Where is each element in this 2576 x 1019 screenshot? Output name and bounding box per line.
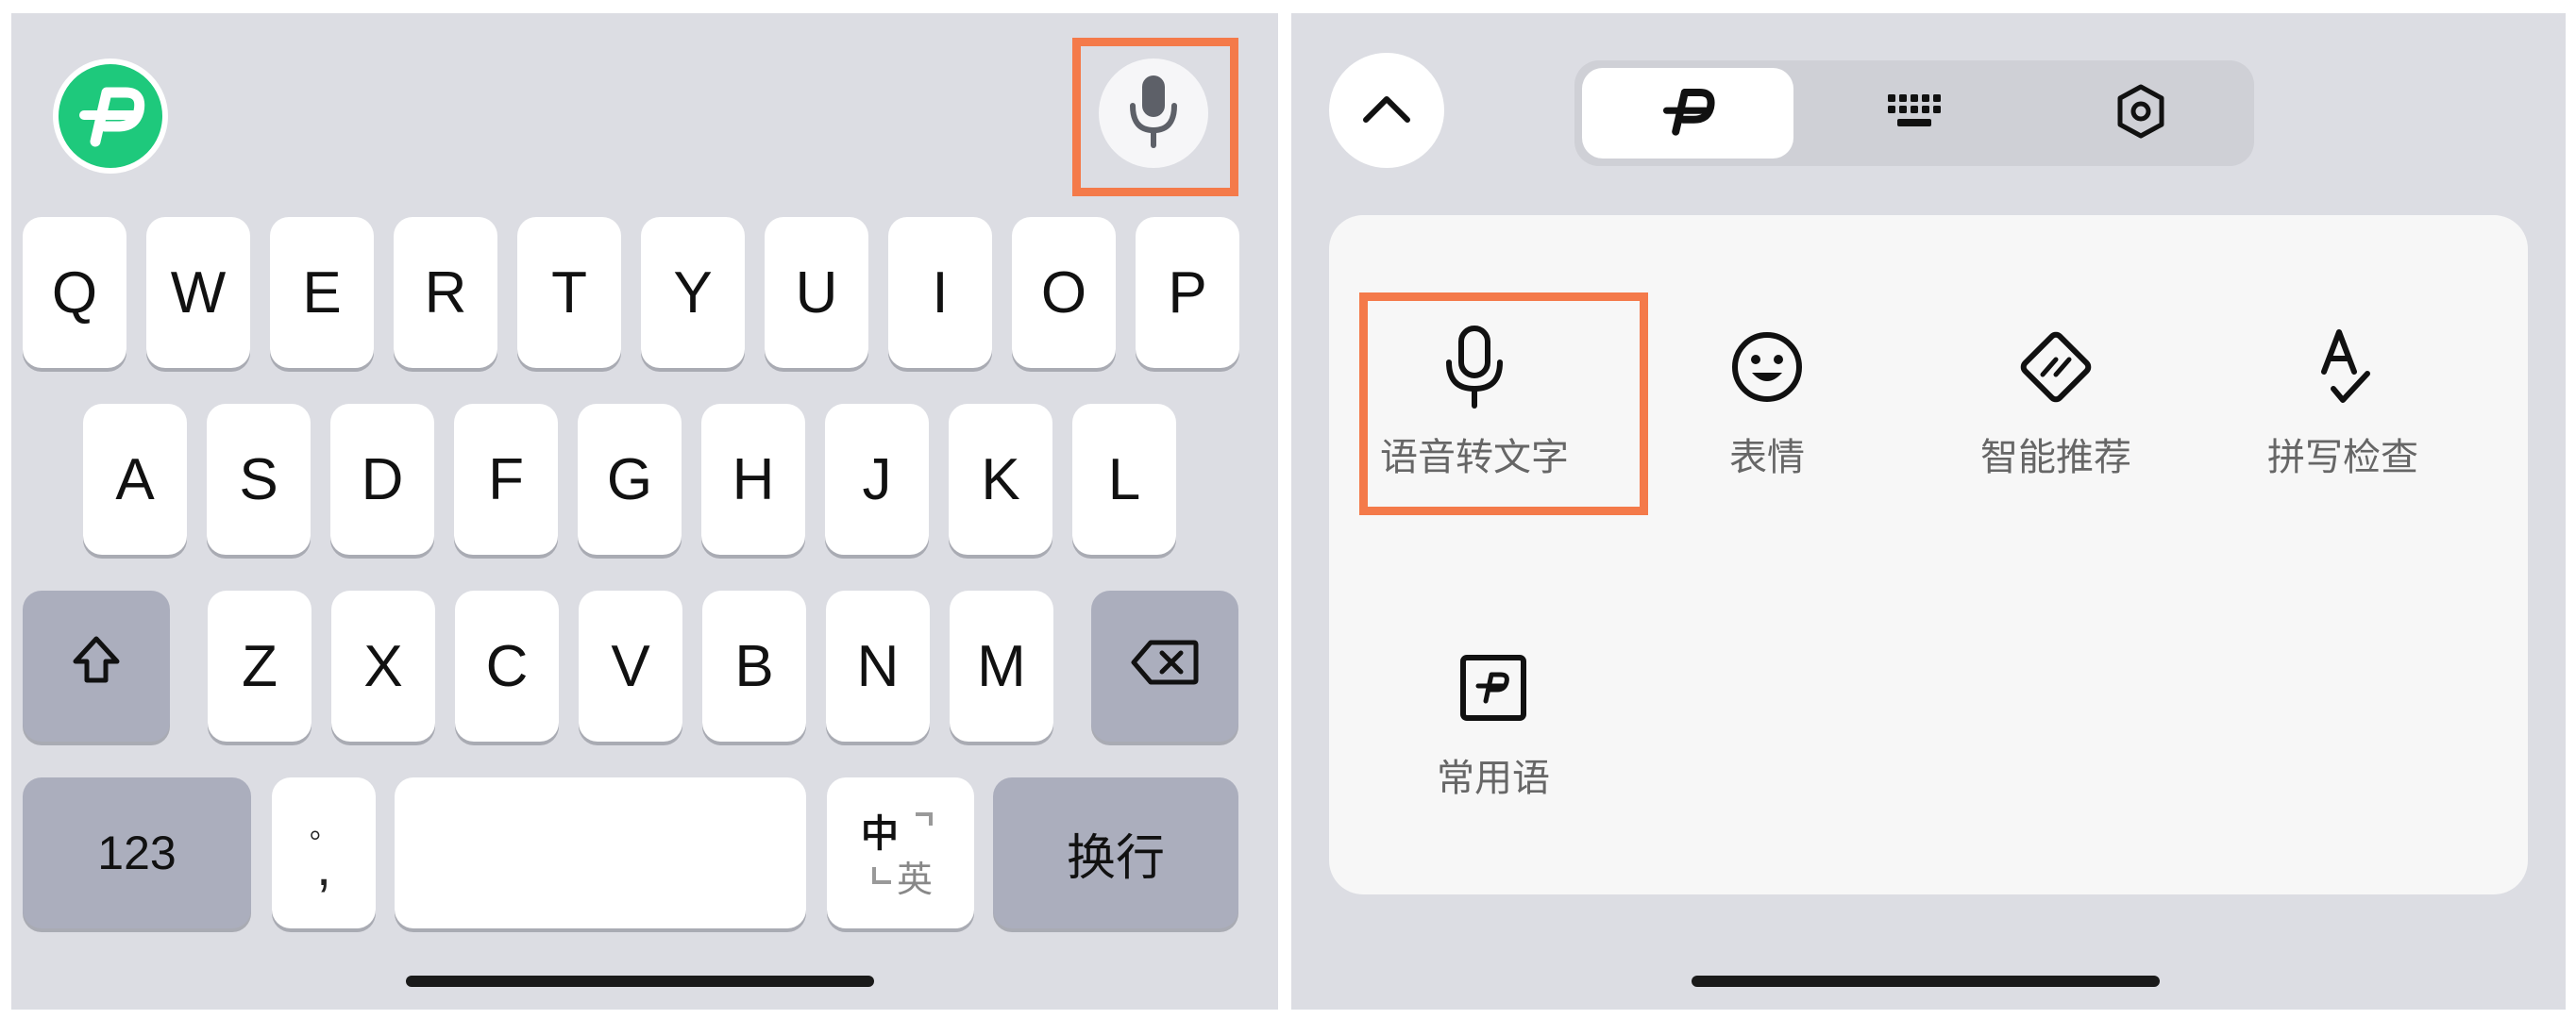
key-d[interactable]: D — [330, 404, 434, 555]
key-m[interactable]: M — [950, 591, 1053, 742]
keyboard-icon — [1886, 91, 1943, 137]
phrases-icon — [1451, 645, 1536, 730]
toolbar-tabs — [1574, 60, 2254, 166]
voice-input-button[interactable] — [1099, 58, 1208, 168]
app-logo-icon[interactable] — [53, 58, 168, 174]
key-o[interactable]: O — [1012, 217, 1116, 368]
collapse-button[interactable] — [1329, 53, 1444, 168]
backspace-icon — [1130, 633, 1200, 700]
microphone-icon — [1432, 325, 1517, 409]
key-g[interactable]: G — [578, 404, 682, 555]
tab-settings[interactable] — [2035, 68, 2247, 159]
tool-label: 表情 — [1729, 436, 1805, 479]
key-s[interactable]: S — [207, 404, 311, 555]
key-b[interactable]: B — [702, 591, 806, 742]
punct-bottom: , — [315, 836, 332, 897]
tool-common-phrases[interactable]: 常用语 — [1408, 645, 1578, 802]
tab-logo[interactable] — [1582, 68, 1793, 159]
key-y[interactable]: Y — [641, 217, 745, 368]
chevron-up-icon — [1360, 90, 1413, 132]
spell-check-icon — [2300, 325, 2385, 409]
key-c[interactable]: C — [455, 591, 559, 742]
tool-emoji[interactable]: 表情 — [1673, 325, 1861, 481]
key-v[interactable]: V — [579, 591, 682, 742]
microphone-icon — [1127, 74, 1180, 154]
key-k[interactable]: K — [949, 404, 1052, 555]
tab-keyboard[interactable] — [1809, 68, 2020, 159]
tool-label: 常用语 — [1437, 757, 1550, 800]
settings-icon — [2114, 83, 2167, 144]
language-switch-key[interactable]: 中 英 — [827, 777, 974, 928]
numbers-key[interactable]: 123 — [23, 777, 251, 928]
key-x[interactable]: X — [331, 591, 435, 742]
keyboard-panel: QWERTYUIOP ASDFGHJKL ZXCVBNM 123 。 , 中 英 — [11, 13, 1278, 1010]
shift-icon — [68, 631, 125, 702]
space-key[interactable] — [395, 777, 806, 928]
punctuation-key[interactable]: 。 , — [272, 777, 376, 928]
smart-recommend-icon — [2013, 325, 2098, 409]
key-l[interactable]: L — [1072, 404, 1176, 555]
key-i[interactable]: I — [888, 217, 992, 368]
key-t[interactable]: T — [517, 217, 621, 368]
smiley-icon — [1725, 325, 1810, 409]
tool-smart-recommend[interactable]: 智能推荐 — [1943, 325, 2169, 481]
shift-key[interactable] — [23, 591, 170, 742]
key-w[interactable]: W — [146, 217, 250, 368]
return-key[interactable]: 换行 — [993, 777, 1238, 928]
key-q[interactable]: Q — [23, 217, 126, 368]
key-u[interactable]: U — [765, 217, 868, 368]
key-j[interactable]: J — [825, 404, 929, 555]
toolbox-panel: 语音转文字 表情 智能推荐 拼写检查 常用语 — [1291, 13, 2566, 1010]
language-toggle-icon: 中 英 — [853, 801, 948, 905]
key-h[interactable]: H — [701, 404, 805, 555]
tool-label: 语音转文字 — [1380, 436, 1569, 479]
tool-spell-check[interactable]: 拼写检查 — [2230, 325, 2456, 481]
key-f[interactable]: F — [454, 404, 558, 555]
key-p[interactable]: P — [1136, 217, 1239, 368]
tool-voice-to-text[interactable]: 语音转文字 — [1371, 325, 1578, 481]
key-n[interactable]: N — [826, 591, 930, 742]
home-indicator[interactable] — [1692, 976, 2160, 987]
home-indicator[interactable] — [406, 976, 874, 987]
app-logo-icon — [1658, 85, 1718, 142]
delete-key[interactable] — [1091, 591, 1238, 742]
key-a[interactable]: A — [83, 404, 187, 555]
tool-label: 智能推荐 — [1980, 436, 2131, 479]
key-z[interactable]: Z — [208, 591, 311, 742]
tools-card: 语音转文字 表情 智能推荐 拼写检查 常用语 — [1329, 215, 2528, 894]
tool-label: 拼写检查 — [2267, 436, 2418, 479]
key-r[interactable]: R — [394, 217, 497, 368]
key-e[interactable]: E — [270, 217, 374, 368]
